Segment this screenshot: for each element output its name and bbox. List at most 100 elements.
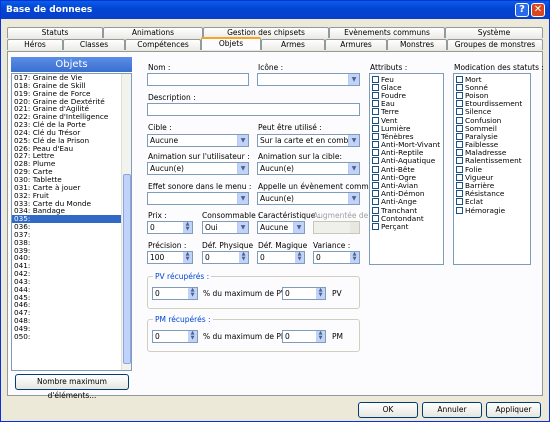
tab-row-2: Héros Classes Compétences Objets Armes A…	[7, 37, 543, 50]
description-input[interactable]	[147, 103, 360, 116]
peut-etre-select[interactable]: Sur la carte et en combat ▼	[257, 134, 360, 147]
close-button[interactable]: ✕	[531, 3, 545, 17]
tab-animations[interactable]: Animations	[103, 27, 203, 38]
icone-label: Icône :	[258, 63, 284, 72]
statuts-checkbox-item[interactable]: Hémoragie	[454, 205, 530, 215]
checkbox[interactable]	[456, 182, 463, 190]
checkbox[interactable]	[372, 83, 379, 91]
tab-armes[interactable]: Armes	[261, 39, 325, 50]
tab-objets[interactable]: Objets	[201, 37, 261, 50]
checkbox[interactable]	[372, 75, 379, 83]
tab-classes[interactable]: Classes	[63, 39, 125, 50]
statuts-list[interactable]: Mort Sonné Poison Etourdissement Silence Conf…	[453, 73, 531, 265]
attributs-list[interactable]: Feu Glace Foudre Eau Terre Vent Lumière Ténèbre…	[369, 73, 444, 265]
anim-cible-label: Animation sur la cible:	[258, 152, 343, 161]
annuler-button[interactable]: Annuler	[422, 402, 482, 418]
checkbox[interactable]	[372, 206, 379, 214]
checkbox[interactable]	[456, 173, 463, 181]
description-label: Description :	[148, 93, 196, 102]
nom-input[interactable]	[147, 73, 249, 86]
checkbox[interactable]	[372, 132, 379, 140]
checkbox[interactable]	[372, 173, 379, 181]
pv-group-title: PV récupérés :	[153, 272, 212, 281]
pv-percent-spinner[interactable]: 0 ▲ ▼	[152, 287, 198, 300]
list-scrollbar[interactable]	[121, 74, 131, 370]
checkbox[interactable]	[372, 165, 379, 173]
pm-group-title: PM récupérés :	[153, 315, 213, 324]
pv-text: % du maximum de PV +	[203, 289, 295, 298]
pv-unit: PV	[332, 289, 342, 298]
help-button[interactable]: ?	[515, 3, 529, 17]
checkbox[interactable]	[372, 190, 379, 198]
checkbox[interactable]	[456, 141, 463, 149]
checkbox[interactable]	[456, 91, 463, 99]
checkbox[interactable]	[456, 100, 463, 108]
checkbox[interactable]	[372, 198, 379, 206]
tab-armures[interactable]: Armures	[325, 39, 387, 50]
cible-select[interactable]: Aucune ▼	[147, 134, 249, 147]
checkbox[interactable]	[372, 214, 379, 222]
checkbox[interactable]	[456, 116, 463, 124]
tab-evenements-communs[interactable]: Evènements communs	[329, 27, 445, 38]
tab-groupes-monstres[interactable]: Groupes de monstres	[447, 39, 543, 50]
effet-select[interactable]: ▼	[147, 192, 249, 205]
checkbox[interactable]	[372, 100, 379, 108]
checkbox[interactable]	[372, 108, 379, 116]
variance-label: Variance :	[313, 241, 351, 250]
checkbox-label: Hémoragie	[465, 205, 506, 215]
anim-user-select[interactable]: Aucun(e) ▼	[147, 162, 249, 175]
checkbox[interactable]	[456, 75, 463, 83]
tab-monstres[interactable]: Monstres	[387, 39, 447, 50]
cible-label: Cible :	[148, 123, 172, 132]
appelle-select[interactable]: Aucun(e) ▼	[257, 192, 360, 205]
checkbox[interactable]	[372, 124, 379, 132]
checkbox[interactable]	[456, 157, 463, 165]
tab-competences[interactable]: Compétences	[125, 39, 201, 50]
def-phys-spinner[interactable]: 0 ▲ ▼	[202, 251, 249, 264]
checkbox[interactable]	[372, 157, 379, 165]
max-elements-button[interactable]: Nombre maximum d'éléments...	[15, 374, 129, 400]
pm-unit: PM	[332, 332, 343, 341]
tab-statuts[interactable]: Statuts	[7, 27, 103, 38]
pv-plus-spinner[interactable]: 0 ▲ ▼	[282, 287, 326, 300]
def-mag-label: Déf. Magique	[258, 241, 308, 250]
objets-list[interactable]: 017: Graine de Vie 018: Graine de Skill 01…	[11, 73, 132, 371]
carac-label: Caractéristique :	[258, 211, 321, 220]
variance-spinner[interactable]: 0 ▲ ▼	[313, 251, 360, 264]
checkbox[interactable]	[372, 182, 379, 190]
checkbox[interactable]	[456, 206, 463, 214]
checkbox[interactable]	[456, 190, 463, 198]
ok-button[interactable]: OK	[358, 402, 418, 418]
checkbox[interactable]	[372, 91, 379, 99]
checkbox[interactable]	[456, 165, 463, 173]
tab-systeme[interactable]: Système	[445, 27, 543, 38]
checkbox[interactable]	[456, 132, 463, 140]
carac-select[interactable]: Aucune ▼	[257, 221, 305, 234]
precision-spinner[interactable]: 100 ▲ ▼	[147, 251, 193, 264]
pm-percent-spinner[interactable]: 0 ▲ ▼	[152, 330, 198, 343]
prix-spinner[interactable]: 0 ▲ ▼	[147, 221, 193, 234]
checkbox[interactable]	[456, 83, 463, 91]
statuts-label: Modication des statuts :	[454, 63, 544, 72]
list-item[interactable]: 050:	[12, 332, 131, 341]
consommable-select[interactable]: Oui ▼	[202, 221, 249, 234]
pm-plus-spinner[interactable]: 0 ▲ ▼	[282, 330, 326, 343]
checkbox[interactable]	[372, 149, 379, 157]
attributs-checkbox-item[interactable]: Perçant	[370, 222, 443, 231]
checkbox[interactable]	[456, 149, 463, 157]
checkbox[interactable]	[372, 116, 379, 124]
checkbox[interactable]	[456, 124, 463, 132]
effet-label: Effet sonore dans le menu :	[148, 182, 252, 191]
appliquer-button[interactable]: Appliquer	[486, 402, 541, 418]
checkbox[interactable]	[456, 108, 463, 116]
checkbox[interactable]	[372, 222, 379, 230]
prix-label: Prix :	[148, 211, 167, 220]
anim-cible-select[interactable]: Aucun(e) ▼	[257, 162, 360, 175]
peut-etre-label: Peut être utilisé :	[258, 123, 322, 132]
checkbox[interactable]	[372, 141, 379, 149]
def-mag-spinner[interactable]: 0 ▲ ▼	[257, 251, 305, 264]
icone-select[interactable]: ▼	[257, 73, 360, 86]
augmentee-spinner	[313, 221, 360, 234]
tab-heros[interactable]: Héros	[7, 39, 63, 50]
checkbox[interactable]	[456, 198, 463, 206]
